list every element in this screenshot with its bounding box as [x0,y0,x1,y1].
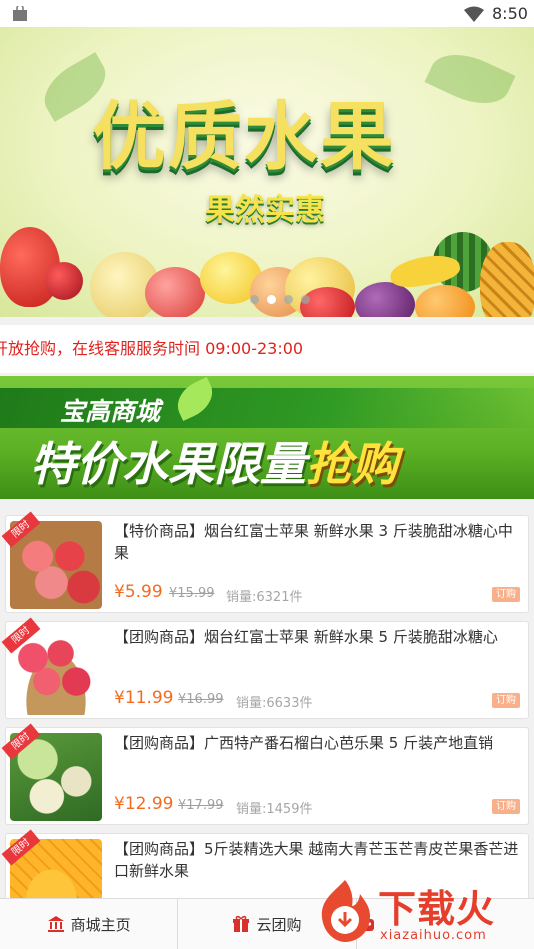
promo-brand: 宝高商城 [60,397,161,426]
wifi-icon [464,6,484,22]
promo-headline-main: 特价水果限量 [30,437,306,491]
bank-icon [47,916,64,932]
product-name[interactable]: 【团购商品】广西特产番石榴白心芭乐果 5 斤装产地直销 [114,732,522,754]
product-card[interactable]: 限时 【特价商品】烟台红富士苹果 新鲜水果 3 斤装脆甜冰糖心中果 ¥5.99 … [1,511,529,613]
banner-title: 优质水果 [92,94,396,180]
carousel-dot[interactable] [284,295,293,304]
order-button[interactable]: 订购 [492,587,520,602]
product-price: ¥12.99 [114,794,174,814]
product-name[interactable]: 【团购商品】烟台红富士苹果 新鲜水果 5 斤装脆甜冰糖心 [114,626,522,648]
notice-marquee: 开放抢购，在线客服服务时间 09:00-23:00 [0,325,534,373]
tab-label: 商城主页 [70,915,131,934]
order-button[interactable]: 订购 [492,693,520,708]
flame-logo-icon [321,880,370,942]
watermark-text: 下载火 [378,887,496,931]
hero-banner[interactable]: 优质水果 果然实惠 [0,27,534,317]
tab-mall-home[interactable]: 商城主页 [0,899,179,949]
product-price: ¥11.99 [114,688,174,708]
tab-label: 云团购 [256,915,302,934]
shopping-bag-icon [13,6,27,21]
sales-count: 销量:6633件 [236,696,313,711]
notice-text: 开放抢购，在线客服服务时间 09:00-23:00 [0,339,304,358]
banner-subtitle: 果然实惠 [205,193,325,228]
product-name[interactable]: 【特价商品】烟台红富士苹果 新鲜水果 3 斤装脆甜冰糖心中果 [114,520,522,564]
pineapple-image [480,242,534,317]
carousel-indicator[interactable] [250,295,310,304]
promo-banner[interactable]: 宝高商城 特价水果限量抢购 [0,376,534,499]
product-price: ¥5.99 [114,582,163,602]
status-bar: 8:50 [0,0,534,27]
watermark-url: xiazaihuo.com [380,928,487,943]
gift-icon [233,915,250,932]
original-price: ¥15.99 [169,586,215,601]
sales-count: 销量:1459件 [236,802,313,817]
order-button[interactable]: 订购 [492,799,520,814]
cherry-image [45,262,83,300]
promo-headline: 特价水果限量抢购 [30,428,398,494]
carousel-dot[interactable] [250,295,259,304]
original-price: ¥16.99 [178,692,224,707]
carousel-dot[interactable] [301,295,310,304]
leaf-decoration [424,42,516,116]
product-card[interactable]: 限时 【团购商品】广西特产番石榴白心芭乐果 5 斤装产地直销 ¥12.99 ¥1… [1,723,529,825]
watermark: 下载火 xiazaihuo.com [312,876,534,949]
carousel-dot[interactable] [267,295,276,304]
promo-headline-accent: 抢购 [306,437,398,491]
original-price: ¥17.99 [178,798,224,813]
sales-count: 销量:6321件 [226,590,303,605]
product-card[interactable]: 限时 【团购商品】烟台红富士苹果 新鲜水果 5 斤装脆甜冰糖心 ¥11.99 ¥… [1,617,529,719]
clock: 8:50 [492,4,528,23]
grape-image [355,282,415,317]
apple-image [145,267,205,317]
